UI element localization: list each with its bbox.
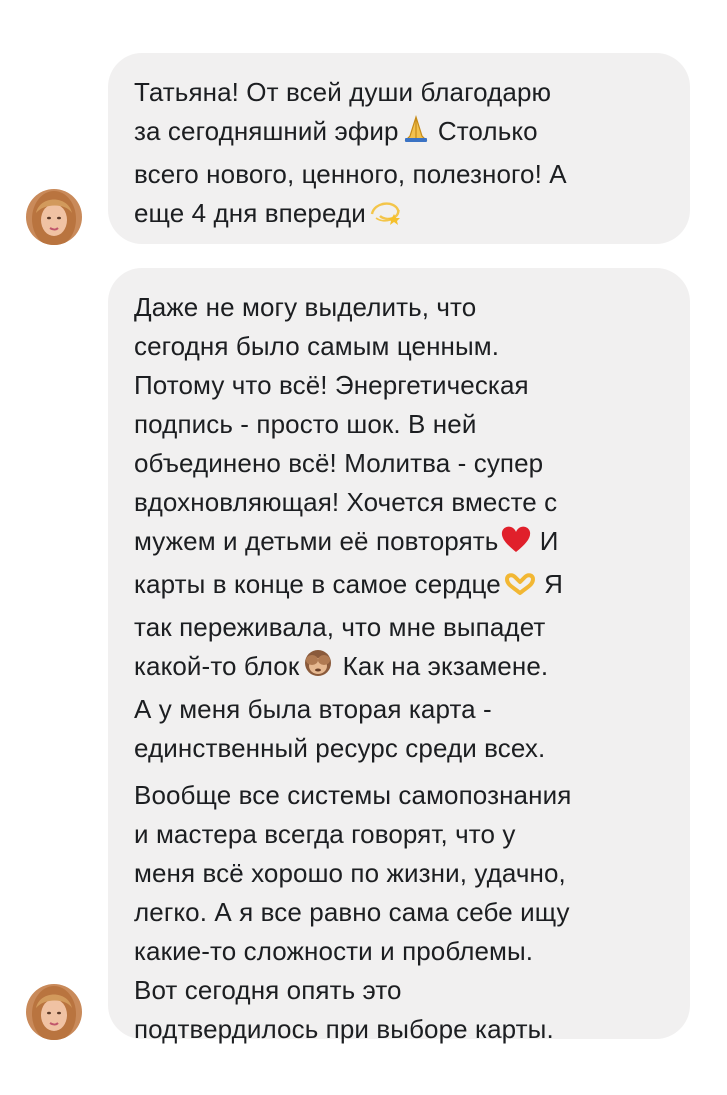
message-line: Татьяна! От всей души благодарю [134, 77, 552, 107]
message-line: подтвердилось при выборе карты. [134, 1014, 554, 1044]
message-bubble-2[interactable]: Даже не могу выделить, что сегодня было … [108, 268, 690, 1044]
dizzy-icon [368, 196, 402, 237]
message-line: единственный ресурс среди всех. [134, 733, 546, 763]
avatar[interactable] [26, 189, 82, 245]
message-line: Даже не могу выделить, что [134, 292, 477, 322]
folded-hands-icon [401, 114, 431, 155]
message-line: еще 4 дня впереди [134, 194, 664, 237]
message-line: Потому что всё! Энергетическая [134, 370, 529, 400]
message-line: какой-то блок Как на экзамене. [134, 647, 664, 690]
see-no-evil-monkey-icon [301, 647, 335, 690]
message-line: А у меня была вторая карта - [134, 694, 492, 724]
message-line: подпись - просто шок. В ней [134, 409, 477, 439]
message-line: вдохновляющая! Хочется вместе с [134, 487, 558, 517]
message-line: карты в конце в самое сердце Я [134, 565, 664, 608]
message-line: за сегодняшний эфир Столько [134, 112, 664, 155]
message-line: какие-то сложности и проблемы. [134, 936, 534, 966]
message-line: меня всё хорошо по жизни, удачно, [134, 858, 566, 888]
message-line: и мастера всегда говорят, что у [134, 819, 516, 849]
red-heart-icon [500, 524, 532, 565]
message-line: мужем и детьми её повторять И [134, 522, 664, 565]
message-line: легко. А я все равно сама себе ищу [134, 897, 570, 927]
message-line: сегодня было самым ценным. [134, 331, 500, 361]
message-line: Вот сегодня опять это [134, 975, 402, 1005]
message-bubble-1[interactable]: Татьяна! От всей души благодарю за сегод… [108, 53, 690, 244]
message-line: всего нового, ценного, полезного! А [134, 159, 567, 189]
heart-hands-icon [503, 569, 537, 608]
avatar[interactable] [26, 984, 82, 1040]
message-line: так переживала, что мне выпадет [134, 612, 546, 642]
message-line: Вообще все системы самопознания [134, 780, 572, 810]
message-line: объединено всё! Молитва - супер [134, 448, 544, 478]
